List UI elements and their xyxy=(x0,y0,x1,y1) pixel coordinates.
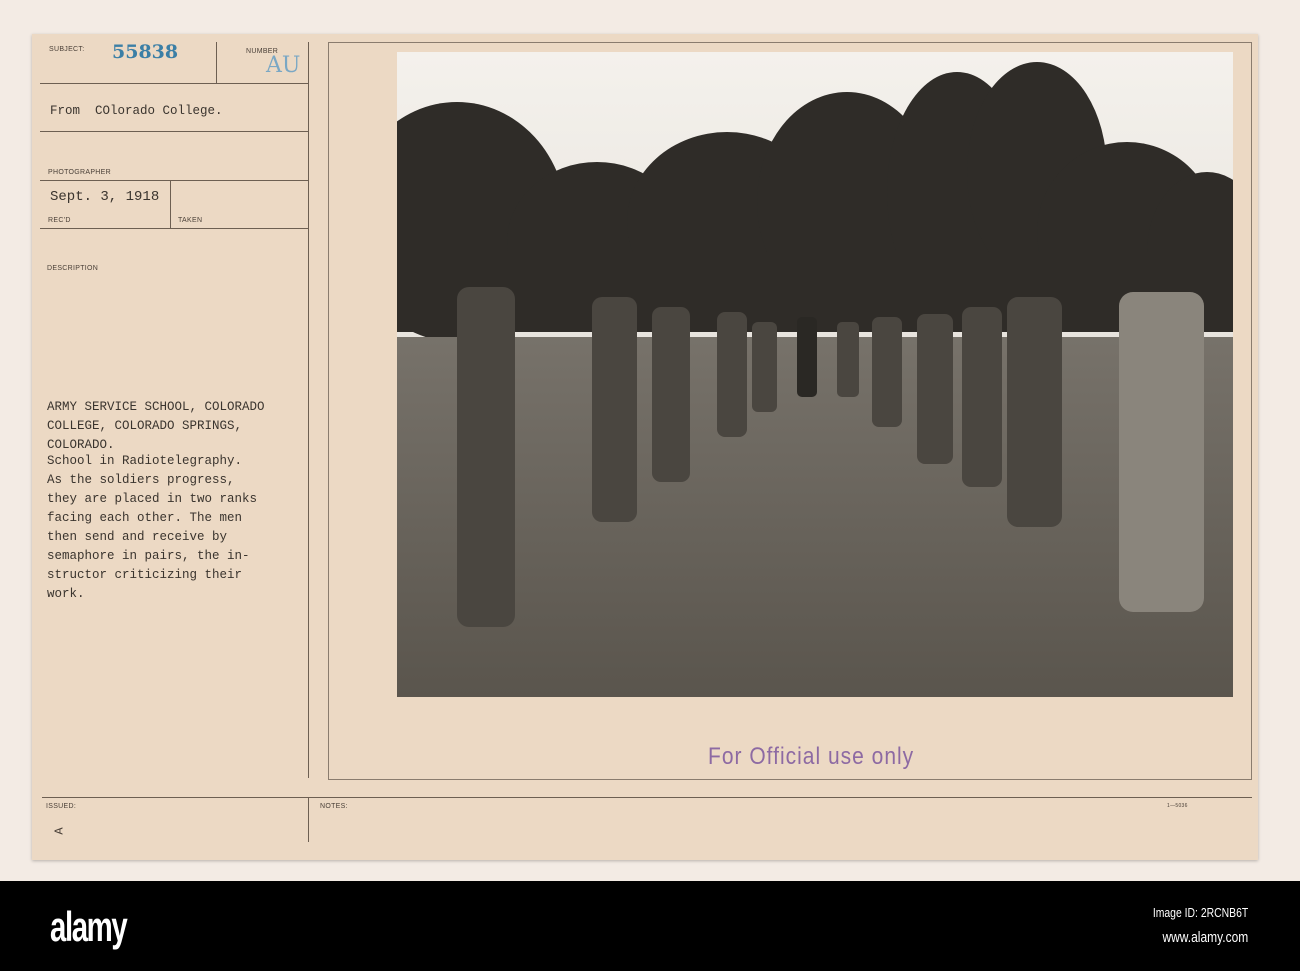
form-number: 1—5036 xyxy=(1167,803,1188,809)
subject-label: SUBJECT: xyxy=(49,46,85,53)
issued-mark: A xyxy=(52,827,67,835)
photographer-label: PHOTOGRAPHER xyxy=(48,169,111,176)
watermark-footer: alamy Image ID: 2RCNB6T www.alamy.com xyxy=(0,881,1300,971)
alamy-logo: alamy xyxy=(50,903,128,950)
date-received: Sept. 3, 1918 xyxy=(50,189,160,205)
photograph-soldiers-semaphore-drill xyxy=(397,52,1233,697)
image-id: Image ID: 2RCNB6T xyxy=(1152,905,1248,920)
official-use-stamp: For Official use only xyxy=(708,743,915,770)
alamy-url: www.alamy.com xyxy=(1162,929,1248,946)
recd-label: REC'D xyxy=(48,217,71,224)
archival-photo-card: SUBJECT: 55838 NUMBER AU From COlorado C… xyxy=(32,34,1258,860)
issued-label: ISSUED: xyxy=(46,803,77,810)
number-value: AU xyxy=(266,53,301,78)
description-text: School in Radiotelegraphy. As the soldie… xyxy=(47,454,258,601)
from-line: From COlorado College. xyxy=(50,104,223,118)
subject-number: 55838 xyxy=(112,41,179,63)
notes-label: NOTES: xyxy=(320,803,348,810)
description-label: DESCRIPTION xyxy=(47,265,99,272)
taken-label: TAKEN xyxy=(178,217,203,224)
description-title: ARMY SERVICE SCHOOL, COLORADO COLLEGE, C… xyxy=(47,400,265,452)
